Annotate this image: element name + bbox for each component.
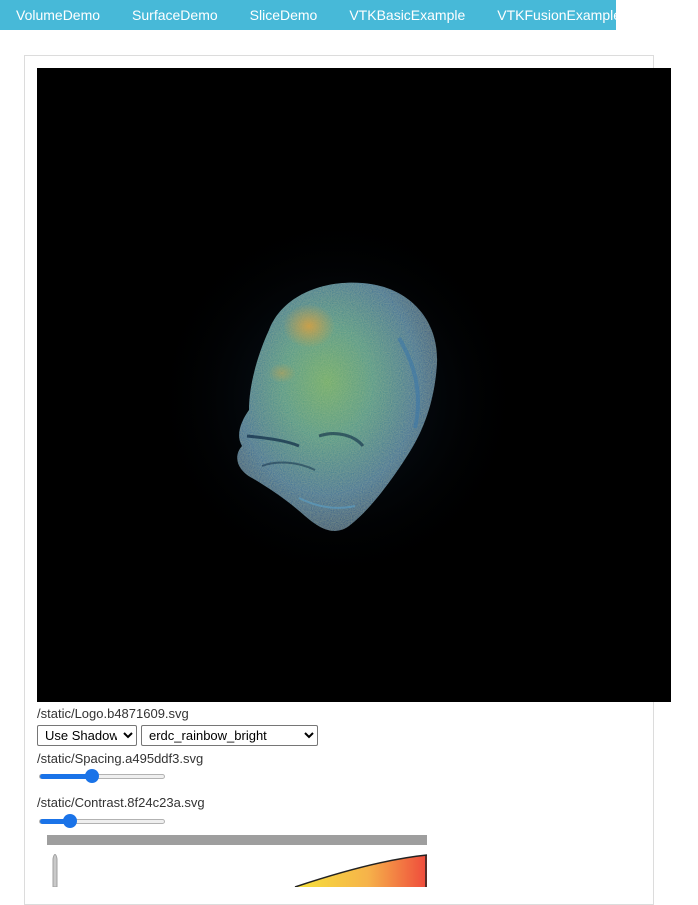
top-nav: VolumeDemo SurfaceDemo SliceDemo VTKBasi… bbox=[0, 0, 621, 30]
opacity-ramp-fill bbox=[295, 855, 427, 887]
shadow-select[interactable]: Use Shadow bbox=[37, 725, 137, 746]
volume-render-image bbox=[147, 208, 527, 588]
nav-surface-demo[interactable]: SurfaceDemo bbox=[116, 0, 234, 30]
colormap-select[interactable]: erdc_rainbow_bright bbox=[141, 725, 318, 746]
nav-slice-demo[interactable]: SliceDemo bbox=[234, 0, 334, 30]
logo-image-path: /static/Logo.b4871609.svg bbox=[37, 706, 189, 721]
nav-vtk-basic-example[interactable]: VTKBasicExample bbox=[333, 0, 481, 30]
spacing-image-path: /static/Spacing.a495ddf3.svg bbox=[37, 751, 204, 766]
spacing-slider-thumb[interactable] bbox=[85, 769, 100, 783]
volume-render-viewport[interactable] bbox=[37, 68, 671, 702]
nav-volume-demo[interactable]: VolumeDemo bbox=[0, 0, 116, 30]
transfer-function-colorbar[interactable] bbox=[47, 835, 427, 845]
contrast-image-path: /static/Contrast.8f24c23a.svg bbox=[37, 795, 205, 810]
histogram-peak bbox=[52, 854, 58, 887]
nav-vtk-fusion-example[interactable]: VTKFusionExample bbox=[481, 0, 637, 30]
opacity-curve bbox=[52, 854, 427, 887]
spacing-slider[interactable] bbox=[39, 769, 165, 783]
contrast-slider[interactable] bbox=[39, 814, 165, 828]
contrast-slider-thumb[interactable] bbox=[62, 814, 77, 828]
transfer-function-editor[interactable] bbox=[47, 845, 427, 887]
